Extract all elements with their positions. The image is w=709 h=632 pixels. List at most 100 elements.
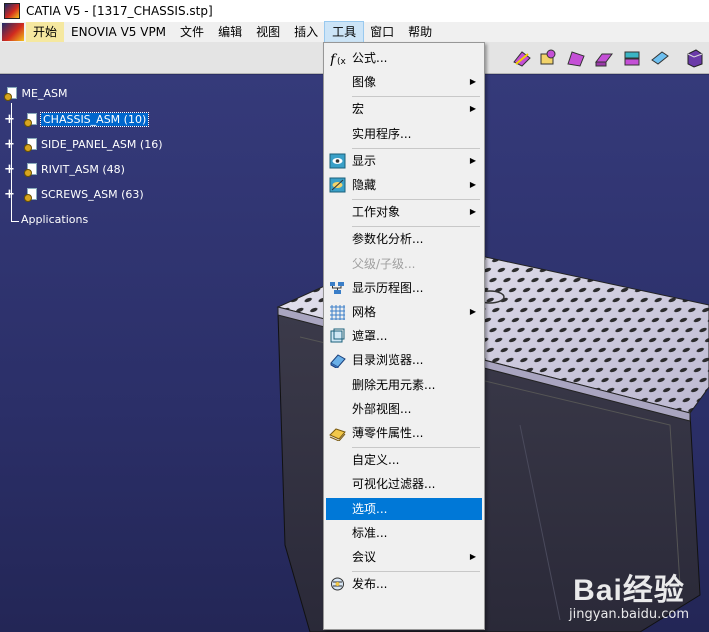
menu-3[interactable]: 编辑	[211, 22, 249, 42]
tools-menu-item-label: 自定义...	[352, 453, 400, 468]
assembly-icon	[23, 163, 38, 177]
tools-menu-item[interactable]: 发布...	[326, 573, 482, 595]
tools-menu-item[interactable]: 可视化过滤器...	[326, 473, 482, 495]
menu-separator	[352, 199, 480, 201]
hide-icon	[329, 177, 346, 193]
assembly-icon	[4, 87, 18, 101]
tools-menu-item[interactable]: 遮罩...	[326, 325, 482, 347]
submenu-arrow-icon: ▶	[469, 104, 476, 114]
tools-menu-item-label: 可视化过滤器...	[352, 477, 436, 492]
tools-menu-item-label: 薄零件属性...	[352, 426, 424, 440]
tools-menu-item-label: 选项...	[352, 501, 388, 516]
title-bar: CATIA V5 - [1317_CHASSIS.stp]	[0, 0, 709, 22]
tools-menu-item[interactable]: 标准...	[326, 522, 482, 544]
submenu-arrow-icon: ▶	[469, 307, 476, 316]
tree-root-node[interactable]: ME_ASM	[4, 86, 67, 102]
menu-8[interactable]: 帮助	[401, 22, 439, 42]
menu-2[interactable]: 文件	[173, 22, 211, 42]
menu-bar: 开始 ENOVIA V5 VPM 文件 编辑 视图 插入 工具 窗口 帮助	[0, 21, 709, 43]
tools-menu-item-label: 会议	[352, 550, 377, 564]
hole-icon[interactable]	[650, 48, 670, 68]
tools-menu-item[interactable]: 薄零件属性...	[326, 422, 482, 444]
tree-node-label: SCREWS_ASM (63)	[41, 188, 144, 201]
assembly-icon	[23, 113, 38, 127]
shaft-icon[interactable]	[594, 48, 614, 68]
tools-menu-item[interactable]: 删除无用元素...	[326, 374, 482, 396]
tools-menu-item[interactable]: 显示历程图...	[326, 277, 482, 299]
history-graph-icon	[330, 281, 344, 294]
tools-menu-item[interactable]: 选项...	[326, 497, 482, 520]
catalog-browser-icon	[330, 354, 346, 369]
tree-node-side-panel[interactable]: + SIDE_PANEL_ASM (16)	[4, 137, 162, 153]
tools-menu-item[interactable]: 图像 ▶	[326, 71, 482, 93]
submenu-arrow-icon: ▶	[469, 155, 476, 165]
tree-node-screws[interactable]: + SCREWS_ASM (63)	[4, 187, 144, 203]
groove-icon[interactable]	[622, 48, 642, 68]
tree-node-label: CHASSIS_ASM (10)	[39, 112, 150, 127]
tools-menu-item-label: 宏	[352, 102, 365, 117]
catia-system-menu-icon[interactable]	[2, 23, 24, 41]
menu-7[interactable]: 窗口	[363, 22, 401, 42]
tools-menu-item-label: 显示	[352, 153, 377, 168]
submenu-arrow-icon: ▶	[469, 77, 476, 87]
tools-menu-item[interactable]: 参数化分析...	[326, 228, 482, 250]
tools-menu-item[interactable]: 父级/子级...	[326, 253, 482, 275]
tools-menu-item-label: 发布...	[352, 577, 388, 592]
window-title: CATIA V5 - [1317_CHASSIS.stp]	[26, 4, 213, 18]
tools-menu-item[interactable]: 会议 ▶	[326, 546, 482, 568]
expand-icon[interactable]: +	[4, 138, 15, 151]
pad-icon[interactable]	[538, 48, 558, 68]
tools-menu-item-label: 删除无用元素...	[352, 377, 436, 392]
tools-menu-item-label: 工作对象	[352, 205, 401, 220]
mask-icon	[330, 328, 345, 343]
submenu-arrow-icon: ▶	[469, 552, 476, 561]
menu-1[interactable]: ENOVIA V5 VPM	[64, 22, 173, 42]
tools-menu-item-label: 参数化分析...	[352, 232, 424, 247]
tools-menu-item-label: 图像	[352, 75, 377, 90]
part-body-icon[interactable]	[684, 48, 704, 68]
tools-menu-item[interactable]: 外部视图...	[326, 398, 482, 420]
menu-separator	[352, 226, 480, 228]
tree-node-rivit[interactable]: + RIVIT_ASM (48)	[4, 162, 125, 178]
tools-menu-item-label: 隐藏	[352, 178, 377, 192]
tools-menu-item[interactable]: 隐藏 ▶	[326, 174, 482, 196]
tools-menu-item-label: 公式...	[352, 51, 388, 65]
tree-root-label: ME_ASM	[21, 87, 68, 100]
tools-menu-item[interactable]: f(x) 公式...	[326, 47, 482, 69]
tree-node-applications[interactable]: Applications	[21, 212, 88, 228]
menu-separator	[352, 147, 480, 149]
submenu-arrow-icon: ▶	[469, 180, 476, 189]
expand-icon[interactable]: +	[4, 188, 15, 201]
menu-separator	[352, 571, 480, 573]
tools-menu-item[interactable]: 工作对象 ▶	[326, 201, 482, 223]
tools-menu-item[interactable]: 自定义...	[326, 449, 482, 471]
expand-icon[interactable]: +	[4, 163, 15, 176]
menu-separator	[352, 96, 480, 98]
expand-icon[interactable]: +	[4, 113, 15, 126]
menu-0[interactable]: 开始	[26, 22, 65, 42]
menu-separator	[352, 447, 480, 449]
tools-menu-item-label: 显示历程图...	[352, 280, 424, 295]
publish-icon	[331, 577, 344, 591]
tools-menu-item[interactable]: 显示 ▶	[326, 150, 482, 172]
tree-node-chassis[interactable]: + CHASSIS_ASM (10)	[4, 112, 150, 128]
tools-menu-item[interactable]: 宏 ▶	[326, 98, 482, 120]
menu-6[interactable]: 工具	[324, 21, 365, 43]
menu-4[interactable]: 视图	[249, 22, 287, 42]
tree-line	[11, 221, 19, 222]
sketch-icon[interactable]	[512, 48, 532, 68]
assembly-icon	[23, 138, 38, 152]
tools-menu-item-label: 标准...	[352, 525, 388, 540]
menu-5[interactable]: 插入	[287, 22, 325, 42]
tools-menu-item[interactable]: 网格 ▶	[326, 301, 482, 323]
tools-menu-dropdown: f(x)公式...图像▶宏▶实用程序...显示▶隐藏▶工作对象▶参数化分析...…	[323, 42, 485, 630]
tools-menu-item-label: 目录浏览器...	[352, 353, 424, 368]
thin-part-icon	[329, 428, 346, 441]
show-icon	[329, 153, 346, 169]
watermark-brand: Bai经验	[573, 574, 685, 607]
tree-node-label: Applications	[21, 213, 89, 226]
tools-menu-item[interactable]: 实用程序...	[326, 123, 482, 145]
tools-menu-item-label: 网格	[352, 305, 377, 319]
pocket-icon[interactable]	[566, 48, 586, 68]
tools-menu-item[interactable]: 目录浏览器...	[326, 349, 482, 371]
